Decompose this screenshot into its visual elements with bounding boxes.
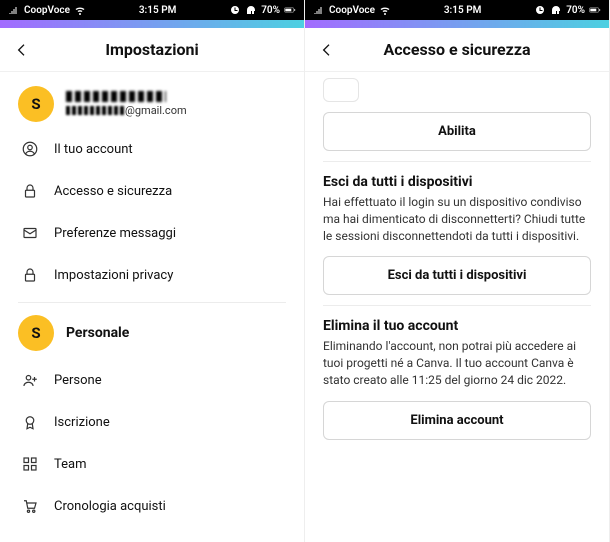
page-title: Accesso e sicurezza bbox=[383, 40, 530, 59]
people-add-icon bbox=[20, 370, 40, 390]
section-label: Personale bbox=[66, 325, 129, 341]
right-screen: CoopVoce 3:15 PM 70% Accesso e sicurezza… bbox=[305, 0, 610, 542]
logout-all-button[interactable]: Esci da tutti i dispositivi bbox=[323, 256, 591, 295]
menu-label: Persone bbox=[54, 373, 102, 388]
delete-account-body: Eliminando l'account, non potrai più acc… bbox=[305, 338, 609, 394]
wifi-icon bbox=[379, 4, 391, 16]
content: Abilita Esci da tutti i dispositivi Hai … bbox=[305, 72, 609, 542]
clock: 3:15 PM bbox=[444, 5, 482, 16]
carrier-label: CoopVoce bbox=[24, 5, 70, 16]
content: S @gmail.com Il tuo account Accesso e si… bbox=[0, 72, 304, 542]
badge-icon bbox=[20, 412, 40, 432]
menu-label: Iscrizione bbox=[54, 415, 110, 430]
menu-label: Team bbox=[54, 457, 87, 472]
profile-name-redacted bbox=[66, 91, 166, 102]
header: Impostazioni bbox=[0, 28, 304, 72]
app-tabbar bbox=[305, 20, 609, 28]
profile-row[interactable]: S @gmail.com bbox=[0, 72, 304, 128]
profile-email-suffix: @gmail.com bbox=[125, 104, 187, 117]
alarm-icon bbox=[229, 4, 241, 16]
status-bar: CoopVoce 3:15 PM 70% bbox=[0, 0, 304, 20]
battery-icon bbox=[589, 4, 601, 16]
lock-icon bbox=[20, 265, 40, 285]
delete-account-button[interactable]: Elimina account bbox=[323, 401, 591, 440]
delete-account-heading: Elimina il tuo account bbox=[305, 312, 609, 338]
back-button[interactable] bbox=[10, 38, 34, 62]
menu-privacy-settings[interactable]: Impostazioni privacy bbox=[0, 254, 304, 296]
header: Accesso e sicurezza bbox=[305, 28, 609, 72]
enable-button[interactable]: Abilita bbox=[323, 112, 591, 151]
menu-access-security[interactable]: Accesso e sicurezza bbox=[0, 170, 304, 212]
section-personal[interactable]: S Personale bbox=[0, 309, 304, 359]
menu-your-account[interactable]: Il tuo account bbox=[0, 128, 304, 170]
signal-icon bbox=[313, 4, 325, 16]
mail-icon bbox=[20, 223, 40, 243]
menu-subscription[interactable]: Iscrizione bbox=[0, 401, 304, 443]
chevron-left-icon bbox=[319, 42, 335, 58]
person-circle-icon bbox=[20, 139, 40, 159]
status-bar: CoopVoce 3:15 PM 70% bbox=[305, 0, 609, 20]
battery-pct: 70% bbox=[566, 5, 585, 16]
headphones-icon bbox=[550, 4, 562, 16]
cart-icon bbox=[20, 496, 40, 516]
menu-label: Accesso e sicurezza bbox=[54, 184, 172, 199]
grid-icon bbox=[20, 454, 40, 474]
profile-email-redacted bbox=[66, 106, 124, 115]
menu-label: Preferenze messaggi bbox=[54, 226, 176, 241]
menu-message-prefs[interactable]: Preferenze messaggi bbox=[0, 212, 304, 254]
menu-team[interactable]: Team bbox=[0, 443, 304, 485]
lock-icon bbox=[20, 181, 40, 201]
logout-all-heading: Esci da tutti i dispositivi bbox=[305, 168, 609, 194]
option-stub bbox=[323, 78, 359, 102]
avatar: S bbox=[18, 86, 54, 122]
divider bbox=[323, 161, 591, 162]
divider bbox=[18, 302, 286, 303]
divider bbox=[323, 305, 591, 306]
menu-people[interactable]: Persone bbox=[0, 359, 304, 401]
battery-icon bbox=[284, 4, 296, 16]
page-title: Impostazioni bbox=[105, 40, 198, 59]
menu-purchase-history[interactable]: Cronologia acquisti bbox=[0, 485, 304, 527]
battery-pct: 70% bbox=[261, 5, 280, 16]
logout-all-body: Hai effettuato il login su un dispositiv… bbox=[305, 194, 609, 250]
app-tabbar bbox=[0, 20, 304, 28]
wifi-icon bbox=[74, 4, 86, 16]
clock: 3:15 PM bbox=[139, 5, 177, 16]
menu-label: Il tuo account bbox=[54, 142, 133, 157]
carrier-label: CoopVoce bbox=[329, 5, 375, 16]
left-screen: CoopVoce 3:15 PM 70% Impostazioni S @gma… bbox=[0, 0, 305, 542]
alarm-icon bbox=[534, 4, 546, 16]
headphones-icon bbox=[245, 4, 257, 16]
chevron-left-icon bbox=[14, 42, 30, 58]
menu-label: Cronologia acquisti bbox=[54, 499, 166, 514]
menu-label: Impostazioni privacy bbox=[54, 268, 173, 283]
signal-icon bbox=[8, 4, 20, 16]
back-button[interactable] bbox=[315, 38, 339, 62]
avatar: S bbox=[18, 315, 54, 351]
